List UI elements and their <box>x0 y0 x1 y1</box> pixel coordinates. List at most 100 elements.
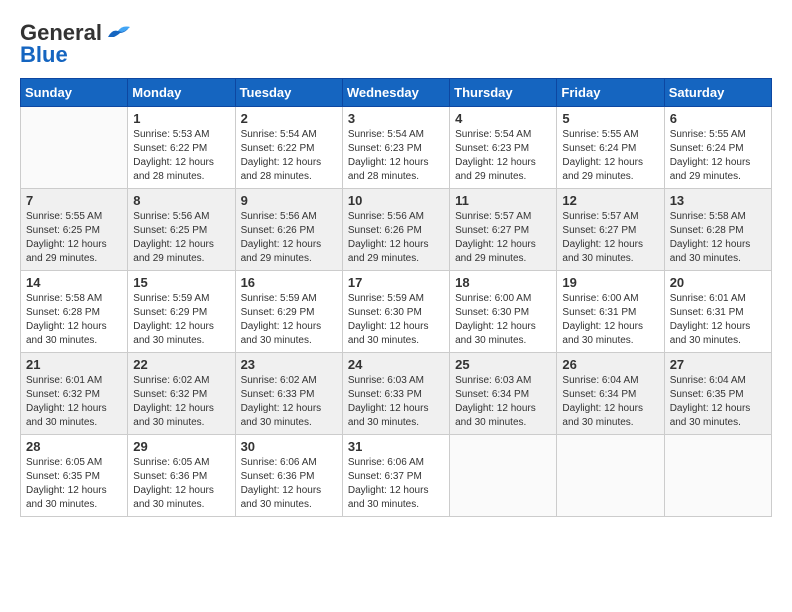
calendar-cell: 12 Sunrise: 5:57 AM Sunset: 6:27 PM Dayli… <box>557 189 664 271</box>
day-number: 19 <box>562 275 658 290</box>
calendar-cell <box>21 107 128 189</box>
day-info: Sunrise: 6:06 AM Sunset: 6:37 PM Dayligh… <box>348 456 444 512</box>
day-info: Sunrise: 5:55 AM Sunset: 6:24 PM Dayligh… <box>670 128 766 184</box>
calendar-cell: 19 Sunrise: 6:00 AM Sunset: 6:31 PM Dayli… <box>557 271 664 353</box>
day-info: Sunrise: 6:01 AM Sunset: 6:32 PM Dayligh… <box>26 374 122 430</box>
calendar-cell: 11Sunrise: 5:57 AM Sunset: 6:27 PM Dayli… <box>450 189 557 271</box>
day-number: 27 <box>670 357 766 372</box>
logo-bird-icon <box>104 23 132 43</box>
day-info: Sunrise: 6:05 AM Sunset: 6:35 PM Dayligh… <box>26 456 122 512</box>
day-number: 17 <box>348 275 444 290</box>
day-info: Sunrise: 5:53 AM Sunset: 6:22 PM Dayligh… <box>133 128 229 184</box>
day-number: 13 <box>670 193 766 208</box>
day-number: 9 <box>241 193 337 208</box>
day-number: 14 <box>26 275 122 290</box>
calendar-cell: 10Sunrise: 5:56 AM Sunset: 6:26 PM Dayli… <box>342 189 449 271</box>
day-info: Sunrise: 5:59 AM Sunset: 6:30 PM Dayligh… <box>348 292 444 348</box>
day-info: Sunrise: 6:03 AM Sunset: 6:33 PM Dayligh… <box>348 374 444 430</box>
calendar-cell: 5 Sunrise: 5:55 AM Sunset: 6:24 PM Daylig… <box>557 107 664 189</box>
day-info: Sunrise: 5:55 AM Sunset: 6:24 PM Dayligh… <box>562 128 658 184</box>
logo-blue: Blue <box>20 42 68 68</box>
day-number: 28 <box>26 439 122 454</box>
calendar-week-row: 21 Sunrise: 6:01 AM Sunset: 6:32 PM Dayli… <box>21 353 772 435</box>
day-info: Sunrise: 6:04 AM Sunset: 6:35 PM Dayligh… <box>670 374 766 430</box>
page-header: General Blue <box>20 20 772 68</box>
day-number: 6 <box>670 111 766 126</box>
day-number: 3 <box>348 111 444 126</box>
header-sunday: Sunday <box>21 79 128 107</box>
day-info: Sunrise: 5:59 AM Sunset: 6:29 PM Dayligh… <box>133 292 229 348</box>
day-number: 15 <box>133 275 229 290</box>
calendar-cell <box>450 435 557 517</box>
day-number: 30 <box>241 439 337 454</box>
day-number: 22 <box>133 357 229 372</box>
calendar-cell <box>664 435 771 517</box>
day-number: 23 <box>241 357 337 372</box>
calendar-cell: 17 Sunrise: 5:59 AM Sunset: 6:30 PM Dayli… <box>342 271 449 353</box>
day-number: 10 <box>348 193 444 208</box>
calendar-cell: 29Sunrise: 6:05 AM Sunset: 6:36 PM Dayli… <box>128 435 235 517</box>
calendar-cell: 22 Sunrise: 6:02 AM Sunset: 6:32 PM Dayli… <box>128 353 235 435</box>
day-info: Sunrise: 5:57 AM Sunset: 6:27 PM Dayligh… <box>562 210 658 266</box>
header-wednesday: Wednesday <box>342 79 449 107</box>
day-number: 24 <box>348 357 444 372</box>
calendar-cell: 31 Sunrise: 6:06 AM Sunset: 6:37 PM Dayli… <box>342 435 449 517</box>
logo: General Blue <box>20 20 132 68</box>
day-info: Sunrise: 6:06 AM Sunset: 6:36 PM Dayligh… <box>241 456 337 512</box>
day-info: Sunrise: 5:57 AM Sunset: 6:27 PM Dayligh… <box>455 210 551 266</box>
calendar-cell: 14 Sunrise: 5:58 AM Sunset: 6:28 PM Dayli… <box>21 271 128 353</box>
day-info: Sunrise: 6:01 AM Sunset: 6:31 PM Dayligh… <box>670 292 766 348</box>
calendar-week-row: 14 Sunrise: 5:58 AM Sunset: 6:28 PM Dayli… <box>21 271 772 353</box>
day-info: Sunrise: 5:58 AM Sunset: 6:28 PM Dayligh… <box>670 210 766 266</box>
calendar-cell: 6 Sunrise: 5:55 AM Sunset: 6:24 PM Daylig… <box>664 107 771 189</box>
day-info: Sunrise: 6:02 AM Sunset: 6:32 PM Dayligh… <box>133 374 229 430</box>
calendar-week-row: 1 Sunrise: 5:53 AM Sunset: 6:22 PM Daylig… <box>21 107 772 189</box>
day-number: 5 <box>562 111 658 126</box>
day-number: 18 <box>455 275 551 290</box>
header-thursday: Thursday <box>450 79 557 107</box>
day-number: 12 <box>562 193 658 208</box>
calendar-cell: 2Sunrise: 5:54 AM Sunset: 6:22 PM Daylig… <box>235 107 342 189</box>
calendar-cell: 20 Sunrise: 6:01 AM Sunset: 6:31 PM Dayli… <box>664 271 771 353</box>
calendar-cell: 8 Sunrise: 5:56 AM Sunset: 6:25 PM Daylig… <box>128 189 235 271</box>
day-number: 26 <box>562 357 658 372</box>
day-number: 25 <box>455 357 551 372</box>
calendar-cell: 23Sunrise: 6:02 AM Sunset: 6:33 PM Dayli… <box>235 353 342 435</box>
day-number: 4 <box>455 111 551 126</box>
calendar-cell: 9Sunrise: 5:56 AM Sunset: 6:26 PM Daylig… <box>235 189 342 271</box>
day-info: Sunrise: 5:54 AM Sunset: 6:22 PM Dayligh… <box>241 128 337 184</box>
day-number: 1 <box>133 111 229 126</box>
calendar-cell: 13 Sunrise: 5:58 AM Sunset: 6:28 PM Dayli… <box>664 189 771 271</box>
calendar-cell: 24 Sunrise: 6:03 AM Sunset: 6:33 PM Dayli… <box>342 353 449 435</box>
day-info: Sunrise: 5:54 AM Sunset: 6:23 PM Dayligh… <box>455 128 551 184</box>
day-info: Sunrise: 5:59 AM Sunset: 6:29 PM Dayligh… <box>241 292 337 348</box>
calendar-cell: 7 Sunrise: 5:55 AM Sunset: 6:25 PM Daylig… <box>21 189 128 271</box>
calendar-cell: 21 Sunrise: 6:01 AM Sunset: 6:32 PM Dayli… <box>21 353 128 435</box>
calendar-cell: 16 Sunrise: 5:59 AM Sunset: 6:29 PM Dayli… <box>235 271 342 353</box>
calendar-header-row: SundayMondayTuesdayWednesdayThursdayFrid… <box>21 79 772 107</box>
header-saturday: Saturday <box>664 79 771 107</box>
day-info: Sunrise: 5:55 AM Sunset: 6:25 PM Dayligh… <box>26 210 122 266</box>
day-info: Sunrise: 6:00 AM Sunset: 6:31 PM Dayligh… <box>562 292 658 348</box>
day-number: 21 <box>26 357 122 372</box>
calendar-cell <box>557 435 664 517</box>
day-number: 8 <box>133 193 229 208</box>
day-info: Sunrise: 5:58 AM Sunset: 6:28 PM Dayligh… <box>26 292 122 348</box>
calendar-cell: 26 Sunrise: 6:04 AM Sunset: 6:34 PM Dayli… <box>557 353 664 435</box>
day-info: Sunrise: 5:54 AM Sunset: 6:23 PM Dayligh… <box>348 128 444 184</box>
calendar-cell: 18Sunrise: 6:00 AM Sunset: 6:30 PM Dayli… <box>450 271 557 353</box>
day-number: 16 <box>241 275 337 290</box>
calendar-cell: 27 Sunrise: 6:04 AM Sunset: 6:35 PM Dayli… <box>664 353 771 435</box>
day-number: 31 <box>348 439 444 454</box>
day-info: Sunrise: 6:04 AM Sunset: 6:34 PM Dayligh… <box>562 374 658 430</box>
calendar-table: SundayMondayTuesdayWednesdayThursdayFrid… <box>20 78 772 517</box>
calendar-cell: 1 Sunrise: 5:53 AM Sunset: 6:22 PM Daylig… <box>128 107 235 189</box>
calendar-week-row: 7 Sunrise: 5:55 AM Sunset: 6:25 PM Daylig… <box>21 189 772 271</box>
header-tuesday: Tuesday <box>235 79 342 107</box>
day-number: 7 <box>26 193 122 208</box>
header-friday: Friday <box>557 79 664 107</box>
calendar-cell: 25Sunrise: 6:03 AM Sunset: 6:34 PM Dayli… <box>450 353 557 435</box>
day-number: 20 <box>670 275 766 290</box>
day-info: Sunrise: 6:05 AM Sunset: 6:36 PM Dayligh… <box>133 456 229 512</box>
day-info: Sunrise: 5:56 AM Sunset: 6:25 PM Dayligh… <box>133 210 229 266</box>
